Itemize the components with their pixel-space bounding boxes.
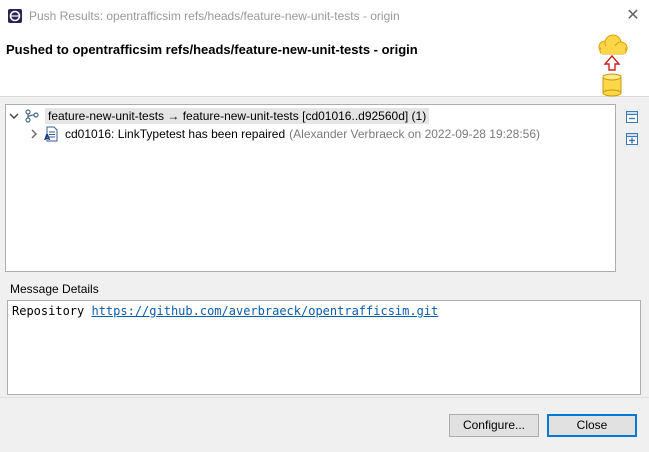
close-window-button[interactable]: ✕ — [620, 4, 646, 28]
close-button[interactable]: Close — [547, 414, 637, 437]
branch-icon — [25, 109, 39, 123]
push-results-tree[interactable]: feature-new-unit-tests → feature-new-uni… — [5, 104, 616, 272]
chevron-down-icon[interactable] — [8, 110, 20, 122]
chevron-right-icon[interactable] — [28, 128, 40, 140]
svg-text:A: A — [44, 133, 51, 142]
repository-url-link[interactable]: https://github.com/averbraeck/opentraffi… — [91, 304, 438, 318]
commit-file-icon: A — [44, 126, 58, 142]
repository-prefix: Repository — [12, 304, 85, 318]
ref-update-label: feature-new-unit-tests → feature-new-uni… — [45, 108, 430, 124]
dialog-header: Pushed to opentrafficsim refs/heads/feat… — [0, 31, 649, 97]
expand-all-icon[interactable] — [624, 131, 640, 147]
tree-row-ref-update[interactable]: feature-new-unit-tests → feature-new-uni… — [8, 107, 430, 125]
collapse-all-icon[interactable] — [624, 109, 640, 125]
commit-message: cd01016: LinkTypetest has been repaired — [65, 127, 286, 141]
eclipse-app-icon — [8, 9, 22, 23]
footer-divider — [0, 397, 649, 398]
cloud-push-to-repository-icon — [598, 34, 628, 97]
tree-row-commit[interactable]: A cd01016: LinkTypetest has been repaire… — [28, 125, 540, 143]
window-title: Push Results: opentrafficsim refs/heads/… — [29, 9, 400, 23]
message-details-label: Message Details — [10, 282, 99, 296]
page-title: Pushed to opentrafficsim refs/heads/feat… — [6, 42, 418, 57]
configure-button[interactable]: Configure... — [449, 414, 539, 437]
title-bar: Push Results: opentrafficsim refs/heads/… — [0, 0, 649, 31]
commit-meta: (Alexander Verbraeck on 2022-09-28 19:28… — [289, 127, 540, 141]
message-details-box[interactable]: Repository https://github.com/averbraeck… — [7, 300, 641, 395]
